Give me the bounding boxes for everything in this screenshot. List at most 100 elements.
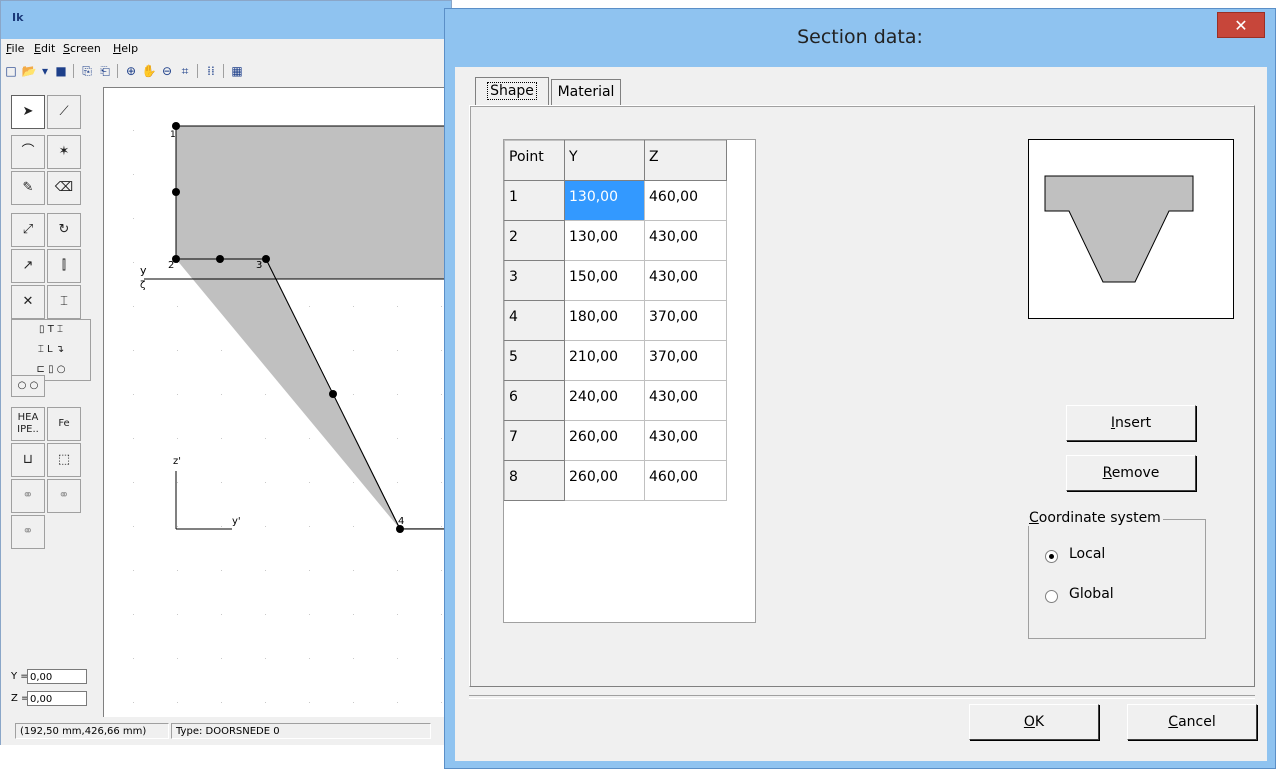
profile-split-icon[interactable]: ⫿ <box>47 249 81 283</box>
status-type: Type: DOORSNEDE 0 <box>171 723 431 739</box>
row-header[interactable]: 1 <box>504 180 565 221</box>
hollow-shapes-icon[interactable]: ○ ○ <box>11 375 45 397</box>
status-position: (192,50 mm,426,66 mm) <box>15 723 169 739</box>
column-header-y[interactable]: Y <box>564 140 645 181</box>
coord-z-input[interactable]: 0,00 <box>27 691 87 706</box>
ok-button[interactable]: OK <box>969 704 1099 740</box>
table-cell[interactable]: 430,00 <box>644 420 727 461</box>
measure-tool-icon[interactable]: ✎ <box>11 171 45 205</box>
table-cell[interactable]: 180,00 <box>564 300 645 341</box>
cancel-button[interactable]: Cancel <box>1127 704 1257 740</box>
table-cell[interactable]: 240,00 <box>564 380 645 421</box>
point-label-1: 1 <box>170 130 176 140</box>
shape-preview-drawing <box>1044 175 1194 283</box>
row-header[interactable]: 8 <box>504 460 565 501</box>
thin-wall-icon[interactable]: ⊔ <box>11 443 45 477</box>
tab-shape[interactable]: Shape <box>475 77 549 105</box>
radio-global[interactable] <box>1045 590 1058 603</box>
hea-ipe-icon[interactable]: HEA IPE.. <box>11 407 45 441</box>
coordinate-system-group: Coordinate system Local Global <box>1027 510 1206 639</box>
save-icon[interactable]: ■ <box>53 63 69 79</box>
table-cell[interactable]: 210,00 <box>564 340 645 381</box>
table-cell[interactable]: 430,00 <box>644 380 727 421</box>
menu-file[interactable]: File <box>6 42 24 55</box>
point-label-4: 4 <box>398 516 405 527</box>
zoom-in-icon[interactable]: ⊕ <box>123 63 139 79</box>
paste-icon[interactable]: ⎗ <box>97 63 113 79</box>
axis-y-prime-label: y' <box>232 516 241 527</box>
select-pointer-icon[interactable]: ➤ <box>11 95 45 129</box>
copy-icon[interactable]: ⎘ <box>79 63 95 79</box>
line-tool-icon[interactable]: ⟋ <box>47 95 81 129</box>
zoom-fit-icon[interactable]: ⌗ <box>177 63 193 79</box>
shape-preview <box>1028 139 1234 319</box>
point-label-2: 2 <box>168 260 175 271</box>
subtract-icon[interactable]: ⚭ <box>47 479 81 513</box>
table-cell[interactable]: 370,00 <box>644 300 727 341</box>
calculator-icon[interactable]: ▦ <box>229 63 245 79</box>
i-beam-icon[interactable]: ⌶ <box>47 285 81 319</box>
material-fe-icon[interactable]: Fe <box>47 407 81 441</box>
new-file-icon[interactable]: □ <box>3 63 19 79</box>
close-button[interactable]: ✕ <box>1217 12 1265 38</box>
axis-z-prime-label: z' <box>173 456 181 467</box>
table-cell[interactable]: 460,00 <box>644 460 727 501</box>
rotate-tool-icon[interactable]: ↻ <box>47 213 81 247</box>
row-header[interactable]: 7 <box>504 420 565 461</box>
toolbar-divider <box>197 64 198 78</box>
point-label-3: 3 <box>256 260 263 271</box>
table-cell[interactable]: 430,00 <box>644 220 727 261</box>
shape-point <box>216 255 224 263</box>
table-cell[interactable]: 130,00 <box>564 180 645 221</box>
row-header[interactable]: 3 <box>504 260 565 301</box>
row-header[interactable]: 6 <box>504 380 565 421</box>
table-cell[interactable]: 150,00 <box>564 260 645 301</box>
section-data-dialog: Section data: ✕ Shape Material Point Y Z… <box>444 8 1276 769</box>
status-bar: (192,50 mm,426,66 mm) Type: DOORSNEDE 0 <box>1 719 451 745</box>
radio-local-label[interactable]: Local <box>1069 546 1105 562</box>
chevron-down-icon[interactable]: ▾ <box>37 63 53 79</box>
insert-button[interactable]: Insert <box>1066 405 1196 441</box>
table-cell[interactable]: 460,00 <box>644 180 727 221</box>
intersect-icon[interactable]: ⚭ <box>11 515 45 549</box>
table-cell[interactable]: 370,00 <box>644 340 727 381</box>
table-cell[interactable]: 260,00 <box>564 420 645 461</box>
erase-tool-icon[interactable]: ⌫ <box>47 171 81 205</box>
union-icon[interactable]: ⚭ <box>11 479 45 513</box>
radio-global-label[interactable]: Global <box>1069 586 1114 602</box>
main-title-bar: Ik <box>1 1 451 39</box>
table-cell[interactable]: 260,00 <box>564 460 645 501</box>
toolbar-divider <box>223 64 224 78</box>
tab-material[interactable]: Material <box>551 79 621 105</box>
row-header[interactable]: 5 <box>504 340 565 381</box>
translate-tool-icon[interactable]: ↗ <box>11 249 45 283</box>
arc-tool-icon[interactable]: ⌒ <box>11 135 45 169</box>
3d-view-icon[interactable]: ⬚ <box>47 443 81 477</box>
table-row: 6 240,00 430,00 <box>504 380 727 421</box>
menu-help[interactable]: Help <box>113 42 138 55</box>
row-header[interactable]: 4 <box>504 300 565 341</box>
mirror-tool-icon[interactable]: ⤢ <box>11 213 45 247</box>
column-header-z[interactable]: Z <box>644 140 727 181</box>
dialog-body: Shape Material Point Y Z 1 130,00 460,00 <box>455 67 1267 761</box>
shear-center-icon[interactable]: ✕ <box>11 285 45 319</box>
dialog-title: Section data: <box>797 26 923 48</box>
zoom-out-icon[interactable]: ⊖ <box>159 63 175 79</box>
menu-edit[interactable]: Edit <box>34 42 55 55</box>
table-cell[interactable]: 130,00 <box>564 220 645 261</box>
table-cell[interactable]: 430,00 <box>644 260 727 301</box>
coord-y-input[interactable]: 0,00 <box>27 669 87 684</box>
pan-hand-icon[interactable]: ✋ <box>141 63 157 79</box>
drawing-canvas[interactable]: 1 2 3 4 y ζ z' y' <box>103 87 453 717</box>
column-header-point[interactable]: Point <box>504 140 565 181</box>
standard-shapes-icon[interactable]: ▯ T ⌶ ⌶ L ↴ ⊏ ▯ ○ <box>11 319 91 381</box>
node-tool-icon[interactable]: ✶ <box>47 135 81 169</box>
grid-icon[interactable]: ⁞⁞ <box>203 63 219 79</box>
row-header[interactable]: 2 <box>504 220 565 261</box>
table-row: 1 130,00 460,00 <box>504 180 727 221</box>
open-folder-icon[interactable]: 📂 <box>21 63 37 79</box>
points-grid[interactable]: Point Y Z 1 130,00 460,00 2 130,00 430,0… <box>503 139 756 623</box>
radio-local[interactable] <box>1045 550 1058 563</box>
menu-screen[interactable]: Screen <box>63 42 101 55</box>
remove-button[interactable]: Remove <box>1066 455 1196 491</box>
